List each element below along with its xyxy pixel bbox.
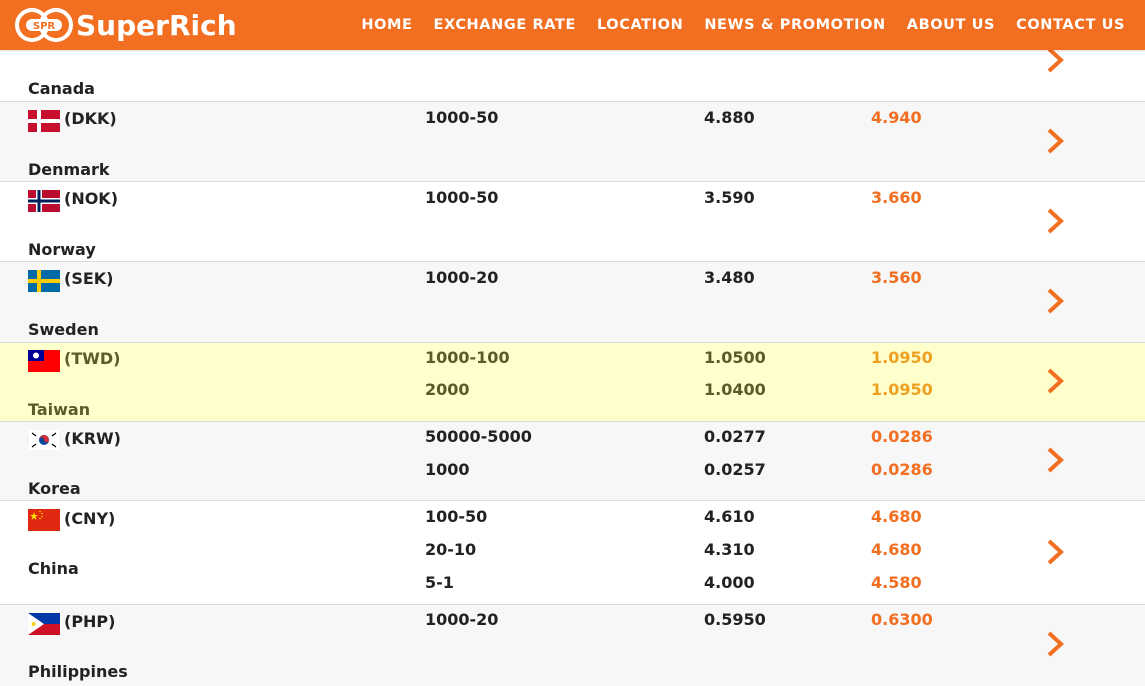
- sell-rate: 0.6300: [871, 610, 933, 629]
- country-name: Norway: [28, 240, 96, 259]
- currency-code: (KRW): [64, 429, 121, 448]
- denomination: 20-10: [425, 540, 477, 559]
- chevron-right-icon[interactable]: [1046, 539, 1064, 565]
- spr-logo-icon: SPR: [15, 8, 73, 42]
- buy-rate: 4.610: [704, 507, 755, 526]
- chevron-right-icon[interactable]: [1046, 47, 1064, 73]
- country-name: China: [28, 559, 79, 578]
- taiwan-flag-icon: [28, 350, 60, 372]
- norway-flag-icon: [28, 190, 60, 212]
- country-name: Korea: [28, 479, 81, 498]
- chevron-right-icon[interactable]: [1046, 447, 1064, 473]
- nav-contact-us[interactable]: CONTACT US: [1016, 17, 1125, 33]
- buy-rate: 1.0500: [704, 348, 766, 367]
- buy-rate: 4.000: [704, 573, 755, 592]
- chevron-right-icon[interactable]: [1046, 208, 1064, 234]
- currency-code: (TWD): [64, 349, 121, 368]
- sell-rate: 1.0950: [871, 380, 933, 399]
- denmark-flag-icon: [28, 110, 60, 132]
- rate-row-china: (CNY) China 100-50 4.610 4.680 20-10 4.3…: [0, 500, 1145, 605]
- sell-rate: 0.0286: [871, 460, 933, 479]
- rate-row-philippines: (PHP) Philippines 1000-20 0.5950 0.6300: [0, 604, 1145, 686]
- buy-rate: 4.310: [704, 540, 755, 559]
- buy-rate: 0.5950: [704, 610, 766, 629]
- country-name: Philippines: [28, 662, 128, 681]
- nav-location[interactable]: LOCATION: [597, 17, 683, 33]
- buy-rate: 4.880: [704, 108, 755, 127]
- nav-exchange-rate[interactable]: EXCHANGE RATE: [434, 17, 576, 33]
- buy-rate: 3.590: [704, 188, 755, 207]
- buy-rate: 0.0277: [704, 427, 766, 446]
- chevron-right-icon[interactable]: [1046, 631, 1064, 657]
- rate-row-sweden: (SEK) Sweden 1000-20 3.480 3.560: [0, 261, 1145, 343]
- denomination: 1000-100: [425, 348, 510, 367]
- nav-about-us[interactable]: ABOUT US: [907, 17, 995, 33]
- philippines-flag-icon: [28, 613, 60, 635]
- buy-rate: 3.480: [704, 268, 755, 287]
- denomination: 5-1: [425, 573, 454, 592]
- chevron-right-icon[interactable]: [1046, 288, 1064, 314]
- denomination: 1000-50: [425, 188, 499, 207]
- sell-rate: 3.660: [871, 188, 922, 207]
- denomination: 2000: [425, 380, 470, 399]
- chevron-right-icon[interactable]: [1046, 128, 1064, 154]
- denomination: 1000-50: [425, 108, 499, 127]
- nav-news-promotion[interactable]: NEWS & PROMOTION: [704, 17, 885, 33]
- country-name: Taiwan: [28, 400, 91, 419]
- sell-rate: 1.0950: [871, 348, 933, 367]
- logo-mark-text: SPR: [33, 21, 56, 32]
- china-flag-icon: [28, 509, 60, 531]
- site-header: SPR SuperRich HOME EXCHANGE RATE LOCATIO…: [0, 0, 1145, 50]
- currency-code: (NOK): [64, 189, 119, 208]
- sell-rate: 4.680: [871, 540, 922, 559]
- main-nav: HOME EXCHANGE RATE LOCATION NEWS & PROMO…: [340, 0, 1125, 50]
- sweden-flag-icon: [28, 270, 60, 292]
- denomination: 100-50: [425, 507, 488, 526]
- buy-rate: 0.0257: [704, 460, 766, 479]
- denomination: 50000-5000: [425, 427, 532, 446]
- currency-code: (SEK): [64, 269, 114, 288]
- currency-code: (DKK): [64, 109, 117, 128]
- brand-name: SuperRich: [76, 8, 237, 42]
- site-logo[interactable]: SPR SuperRich: [14, 6, 237, 44]
- chevron-right-icon[interactable]: [1046, 368, 1064, 394]
- sell-rate: 3.560: [871, 268, 922, 287]
- nav-home[interactable]: HOME: [361, 17, 412, 33]
- currency-code: (CNY): [64, 509, 116, 528]
- sell-rate: 4.940: [871, 108, 922, 127]
- denomination: 1000-20: [425, 610, 499, 629]
- currency-code: (PHP): [64, 612, 116, 631]
- rate-row-denmark: (DKK) Denmark 1000-50 4.880 4.940: [0, 101, 1145, 182]
- country-name: Sweden: [28, 320, 99, 339]
- rate-row-norway: (NOK) Norway 1000-50 3.590 3.660: [0, 181, 1145, 262]
- rate-row-taiwan: (TWD) Taiwan 1000-100 1.0500 1.0950 2000…: [0, 342, 1145, 422]
- sell-rate: 4.580: [871, 573, 922, 592]
- sell-rate: 4.680: [871, 507, 922, 526]
- denomination: 1000-20: [425, 268, 499, 287]
- country-name: Denmark: [28, 160, 110, 179]
- rate-row-korea: (KRW) Korea 50000-5000 0.0277 0.0286 100…: [0, 421, 1145, 501]
- denomination: 1000: [425, 460, 470, 479]
- country-name: Canada: [28, 79, 95, 98]
- sell-rate: 0.0286: [871, 427, 933, 446]
- buy-rate: 1.0400: [704, 380, 766, 399]
- korea-flag-icon: [28, 429, 60, 451]
